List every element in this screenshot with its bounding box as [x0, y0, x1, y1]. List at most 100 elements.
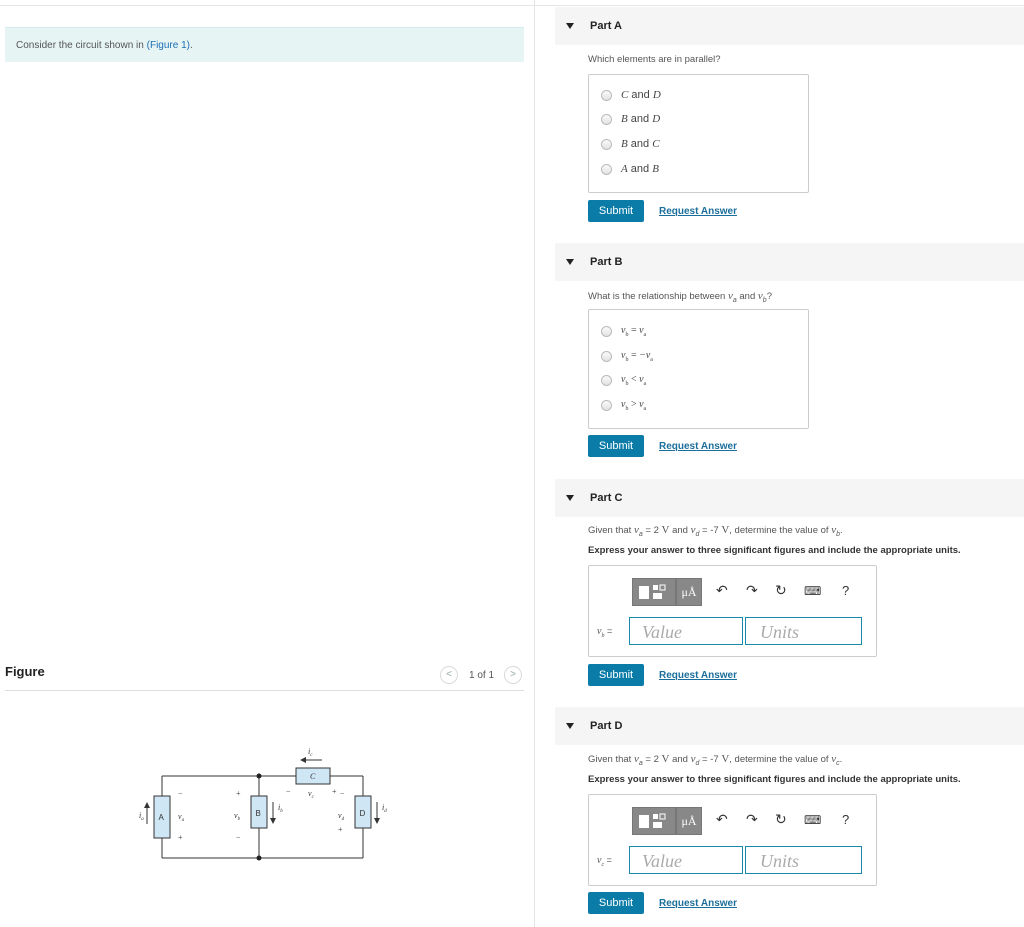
part-d-request-answer-link[interactable]: Request Answer	[659, 898, 737, 909]
part-a-option-4[interactable]: A and B	[601, 163, 659, 177]
figure-link[interactable]: (Figure 1)	[147, 40, 190, 51]
answer-variable-label: vb =	[597, 626, 613, 639]
arrowhead-b	[270, 818, 276, 824]
collapse-arrow-icon[interactable]	[566, 23, 574, 29]
value-input[interactable]: Value	[629, 617, 743, 645]
part-b-question: What is the relationship between va and …	[588, 290, 772, 304]
part-c-submit-button[interactable]: Submit	[588, 664, 644, 686]
templates-icon	[639, 584, 666, 599]
polarity-d-plus: +	[338, 825, 343, 834]
units-symbol-button[interactable]: μÅ	[676, 578, 702, 606]
radio-button[interactable]	[601, 89, 612, 101]
prev-figure-button[interactable]: <	[440, 666, 458, 684]
right-panel: Part A Which elements are in parallel? C…	[555, 0, 1024, 927]
reset-icon[interactable]: ↻	[775, 811, 787, 828]
node-bottom	[256, 855, 262, 861]
part-b-option-4[interactable]: vb > va	[601, 399, 646, 413]
polarity-b-plus: +	[236, 789, 241, 798]
units-input[interactable]: Units	[745, 846, 862, 874]
units-input[interactable]: Units	[745, 617, 862, 645]
part-a-question: Which elements are in parallel?	[588, 54, 721, 65]
part-b-header[interactable]: Part B	[555, 243, 1024, 281]
panel-divider	[534, 0, 535, 927]
help-icon[interactable]: ?	[842, 812, 849, 827]
part-b-options: vb = va vb = −va vb < va vb > va	[588, 309, 809, 429]
part-b-option-1[interactable]: vb = va	[601, 325, 646, 339]
figure-page-count: 1 of 1	[469, 670, 495, 681]
part-a-option-2[interactable]: B and D	[601, 113, 660, 127]
current-ia: ia	[139, 811, 144, 822]
part-a-option-1[interactable]: C and D	[601, 89, 661, 103]
part-d-header[interactable]: Part D	[555, 707, 1024, 745]
part-c-header[interactable]: Part C	[555, 479, 1024, 517]
help-icon[interactable]: ?	[842, 583, 849, 598]
part-b-option-3[interactable]: vb < va	[601, 374, 646, 388]
radio-button[interactable]	[601, 375, 612, 386]
radio-button[interactable]	[601, 351, 612, 362]
collapse-arrow-icon[interactable]	[566, 259, 574, 265]
collapse-arrow-icon[interactable]	[566, 495, 574, 501]
part-b-option-2[interactable]: vb = −va	[601, 350, 653, 364]
voltage-vb: vb	[234, 811, 241, 822]
current-id: id	[382, 803, 387, 814]
voltage-vc: vc	[308, 789, 315, 800]
part-b-request-answer-link[interactable]: Request Answer	[659, 441, 737, 452]
part-c-given: Given that va = 2 V and vd = -7 V, deter…	[588, 524, 843, 538]
part-a-option-3[interactable]: B and C	[601, 138, 660, 152]
part-a-header[interactable]: Part A	[555, 7, 1024, 45]
part-a-title: Part A	[590, 20, 622, 32]
reset-icon[interactable]: ↻	[775, 582, 787, 599]
part-b-title: Part B	[590, 256, 623, 268]
keyboard-icon[interactable]: ⌨	[804, 813, 821, 827]
part-d-title: Part D	[590, 720, 623, 732]
part-d-instruction: Express your answer to three significant…	[588, 774, 961, 785]
element-d-label: D	[360, 809, 366, 818]
voltage-va: va	[178, 812, 185, 823]
radio-button[interactable]	[601, 400, 612, 411]
radio-button[interactable]	[601, 326, 612, 337]
part-c-answer-box: μÅ ↶ ↷ ↻ ⌨ ? vb = Value Units	[588, 565, 877, 657]
radio-button[interactable]	[601, 138, 612, 150]
part-c-request-answer-link[interactable]: Request Answer	[659, 670, 737, 681]
polarity-a-minus: −	[178, 789, 183, 798]
radio-button[interactable]	[601, 113, 612, 125]
math-toolbar: μÅ ↶ ↷ ↻ ⌨ ?	[632, 807, 858, 835]
figure-pager: < 1 of 1 >	[440, 666, 530, 684]
undo-icon[interactable]: ↶	[716, 811, 728, 828]
units-symbol-button[interactable]: μÅ	[676, 807, 702, 835]
radio-button[interactable]	[601, 163, 612, 175]
polarity-c-minus: −	[286, 787, 291, 796]
element-a-label: A	[159, 813, 165, 822]
part-d-submit-button[interactable]: Submit	[588, 892, 644, 914]
value-input[interactable]: Value	[629, 846, 743, 874]
polarity-d-minus: −	[340, 789, 345, 798]
templates-button[interactable]	[632, 807, 676, 835]
polarity-b-minus: −	[236, 833, 241, 842]
voltage-vd: vd	[338, 811, 345, 822]
part-b-submit-button[interactable]: Submit	[588, 435, 644, 457]
element-c-label: C	[310, 772, 316, 781]
arrowhead-d	[374, 818, 380, 824]
templates-button[interactable]	[632, 578, 676, 606]
math-toolbar: μÅ ↶ ↷ ↻ ⌨ ?	[632, 578, 858, 606]
part-c-instruction: Express your answer to three significant…	[588, 545, 961, 556]
next-figure-button[interactable]: >	[504, 666, 522, 684]
answer-variable-label: vc =	[597, 855, 612, 868]
polarity-c-plus: +	[332, 787, 337, 796]
current-ib: ib	[278, 803, 283, 814]
part-a-request-answer-link[interactable]: Request Answer	[659, 206, 737, 217]
redo-icon[interactable]: ↷	[746, 811, 758, 828]
problem-intro: Consider the circuit shown in (Figure 1)…	[5, 27, 524, 62]
figure-rule	[5, 690, 524, 691]
collapse-arrow-icon[interactable]	[566, 723, 574, 729]
part-a-submit-button[interactable]: Submit	[588, 200, 644, 222]
redo-icon[interactable]: ↷	[746, 582, 758, 599]
undo-icon[interactable]: ↶	[716, 582, 728, 599]
figure-heading: Figure	[5, 664, 45, 679]
current-ic: ic	[308, 747, 313, 758]
keyboard-icon[interactable]: ⌨	[804, 584, 821, 598]
node-top	[256, 773, 262, 779]
left-panel: Consider the circuit shown in (Figure 1)…	[0, 0, 530, 927]
polarity-a-plus: +	[178, 833, 183, 842]
part-c-title: Part C	[590, 492, 623, 504]
